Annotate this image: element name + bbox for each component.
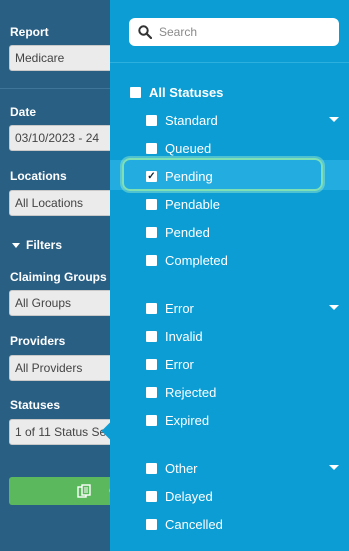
option-label: Invalid (165, 328, 203, 344)
claiming-groups-select[interactable]: All Groups (9, 290, 113, 316)
group-other[interactable]: Other (146, 458, 198, 478)
option-label: Pendable (165, 196, 220, 212)
search-icon (138, 25, 152, 39)
filters-toggle-label: Filters (26, 238, 63, 252)
option-label: Queued (165, 140, 212, 156)
sidebar-divider (0, 88, 118, 89)
report-select[interactable]: Medicare (9, 45, 113, 71)
option-label: Rejected (165, 384, 217, 400)
filters-toggle[interactable]: Filters (12, 238, 62, 252)
checkbox[interactable] (130, 86, 141, 98)
option-label: Pending (165, 168, 213, 184)
checkbox[interactable] (146, 490, 157, 502)
checkbox[interactable] (146, 414, 157, 426)
search-input[interactable] (159, 25, 329, 39)
option-label: Expired (165, 412, 210, 428)
option-pendable[interactable]: Pendable (146, 194, 220, 214)
checkbox[interactable] (146, 254, 157, 266)
document-copy-icon (77, 484, 91, 498)
providers-label: Providers (10, 334, 66, 348)
date-label: Date (10, 105, 37, 119)
option-label: All Statuses (149, 84, 224, 100)
checkbox[interactable] (146, 142, 157, 154)
group-label: Error (165, 300, 194, 316)
checkbox[interactable] (146, 386, 157, 398)
checkbox-checked[interactable]: ✓ (146, 170, 157, 182)
group-label: Other (165, 460, 198, 476)
claiming-groups-label: Claiming Groups (10, 270, 107, 284)
option-error[interactable]: Error (146, 354, 194, 374)
option-all-statuses[interactable]: All Statuses (130, 82, 223, 102)
checkbox[interactable] (146, 302, 157, 314)
option-label: Completed (165, 252, 228, 268)
checkbox[interactable] (146, 358, 157, 370)
statuses-dropdown-panel: All Statuses Standard Queued ✓ Pending P… (110, 0, 349, 551)
checkbox[interactable] (146, 198, 157, 210)
option-expired[interactable]: Expired (146, 410, 209, 430)
option-delayed[interactable]: Delayed (146, 486, 213, 506)
providers-select[interactable]: All Providers (9, 355, 113, 381)
caret-down-icon (12, 242, 20, 248)
option-label: Cancelled (165, 516, 223, 532)
option-pending[interactable]: ✓ Pending (146, 166, 213, 186)
checkmark-icon: ✓ (147, 170, 156, 182)
collapse-caret-icon[interactable] (329, 305, 339, 310)
group-label: Standard (165, 112, 218, 128)
panel-divider (110, 62, 349, 63)
locations-select[interactable]: All Locations (9, 190, 113, 216)
collapse-caret-icon[interactable] (329, 465, 339, 470)
option-label: Pended (165, 224, 210, 240)
option-label: Error (165, 356, 194, 372)
checkbox[interactable] (146, 330, 157, 342)
collapse-caret-icon[interactable] (329, 117, 339, 122)
filter-sidebar: Report Medicare Date 03/10/2023 - 24 Loc… (0, 0, 119, 551)
report-label: Report (10, 25, 49, 39)
search-box[interactable] (129, 18, 339, 46)
statuses-label: Statuses (10, 398, 61, 412)
group-error[interactable]: Error (146, 298, 194, 318)
option-pended[interactable]: Pended (146, 222, 210, 242)
option-label: Delayed (165, 488, 213, 504)
generate-button[interactable]: G (9, 477, 119, 505)
group-standard[interactable]: Standard (146, 110, 218, 130)
date-range-input[interactable]: 03/10/2023 - 24 (9, 125, 113, 151)
locations-label: Locations (10, 169, 67, 183)
checkbox[interactable] (146, 518, 157, 530)
option-completed[interactable]: Completed (146, 250, 228, 270)
checkbox[interactable] (146, 114, 157, 126)
option-invalid[interactable]: Invalid (146, 326, 203, 346)
option-rejected[interactable]: Rejected (146, 382, 216, 402)
checkbox[interactable] (146, 462, 157, 474)
option-queued[interactable]: Queued (146, 138, 211, 158)
option-cancelled[interactable]: Cancelled (146, 514, 223, 534)
checkbox[interactable] (146, 226, 157, 238)
statuses-select[interactable]: 1 of 11 Status Se (9, 419, 113, 445)
